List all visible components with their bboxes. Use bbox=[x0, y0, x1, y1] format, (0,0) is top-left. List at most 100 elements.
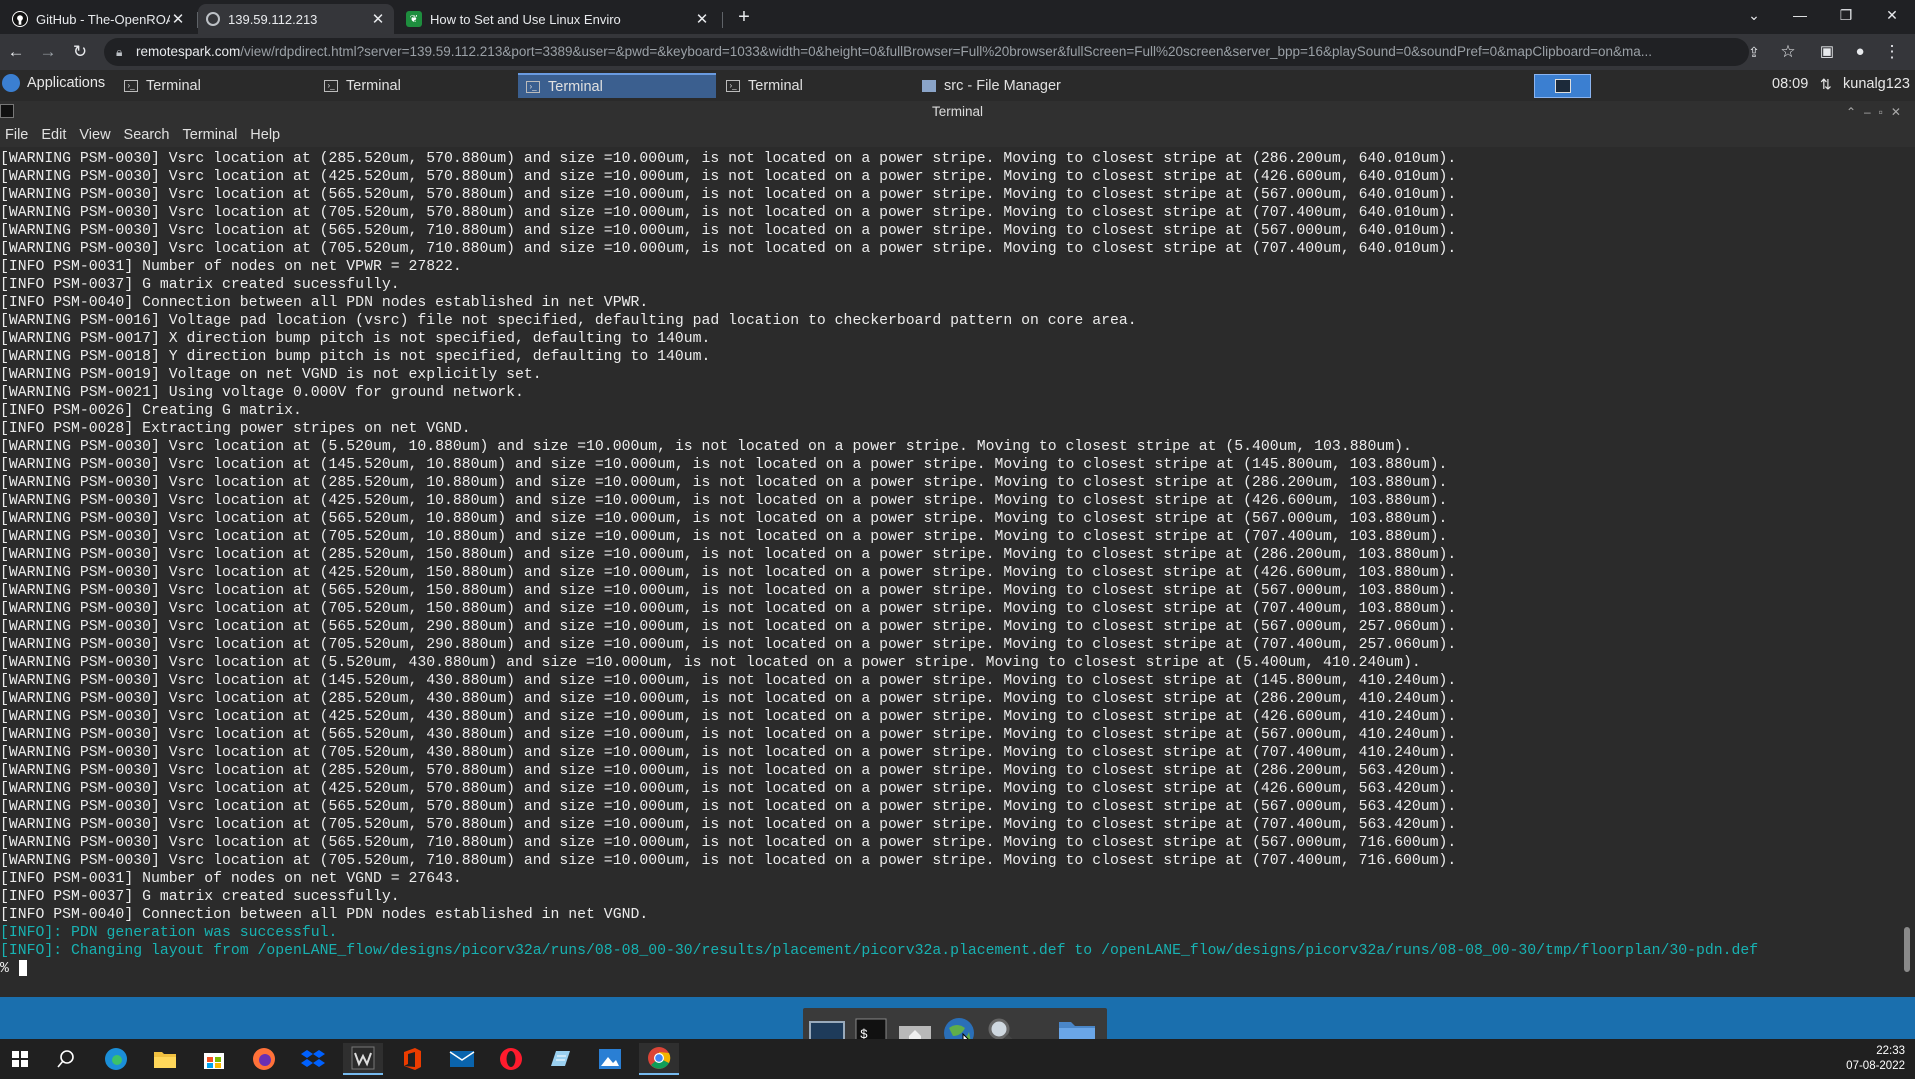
applications-menu[interactable]: Applications bbox=[2, 74, 105, 92]
firefox-icon[interactable] bbox=[244, 1043, 284, 1075]
profile-icon[interactable]: ● bbox=[1848, 40, 1872, 64]
address-bar[interactable]: 🔒︎ remotespark.com/view/rdpdirect.html?se… bbox=[104, 38, 1749, 66]
terminal-line: [WARNING PSM-0030] Vsrc location at (705… bbox=[0, 637, 1457, 653]
panel-clock: 08:09 bbox=[1772, 76, 1809, 92]
browser-tab-bar: GitHub - The-OpenROAD-Project ✕ 139.59.1… bbox=[0, 0, 1915, 34]
window-titlebar[interactable]: Terminal ⌃–▫✕ bbox=[0, 101, 1915, 123]
workspace-switcher[interactable] bbox=[1534, 74, 1591, 98]
terminal-line: [WARNING PSM-0019] Voltage on net VGND i… bbox=[0, 367, 542, 383]
new-tab-button[interactable]: + bbox=[732, 6, 756, 30]
close-tab-icon[interactable]: ✕ bbox=[694, 10, 710, 28]
close-window-button[interactable]: ✕ bbox=[1869, 0, 1915, 30]
menu-terminal[interactable]: Terminal bbox=[178, 127, 246, 143]
terminal-line: [WARNING PSM-0030] Vsrc location at (565… bbox=[0, 223, 1457, 239]
bookmark-star-icon[interactable]: ☆ bbox=[1776, 40, 1800, 64]
network-icon[interactable]: ⇅ bbox=[1820, 76, 1832, 93]
terminal-line: [WARNING PSM-0030] Vsrc location at (285… bbox=[0, 763, 1457, 779]
terminal-line: [INFO PSM-0040] Connection between all P… bbox=[0, 295, 649, 311]
tab-github[interactable]: GitHub - The-OpenROAD-Project ✕ bbox=[4, 4, 194, 34]
terminal-line: [WARNING PSM-0030] Vsrc location at (425… bbox=[0, 565, 1457, 581]
tab-title: 139.59.112.213 bbox=[228, 11, 318, 27]
tab-search-chevron-icon[interactable]: ⌄ bbox=[1731, 0, 1777, 30]
terminal-line: [WARNING PSM-0030] Vsrc location at (705… bbox=[0, 853, 1457, 869]
side-panel-icon[interactable]: ▣ bbox=[1815, 40, 1839, 64]
terminal-info-line: [INFO]: PDN generation was successful. bbox=[0, 925, 338, 941]
applications-label: Applications bbox=[27, 75, 106, 91]
system-tray-clock[interactable]: 22:33 07-08-2022 bbox=[1846, 1044, 1905, 1074]
terminal-line: [WARNING PSM-0030] Vsrc location at (565… bbox=[0, 583, 1457, 599]
close-tab-icon[interactable]: ✕ bbox=[170, 10, 186, 28]
search-icon[interactable] bbox=[46, 1043, 86, 1075]
terminal-line: [INFO PSM-0031] Number of nodes on net V… bbox=[0, 259, 462, 275]
taskbar-item-file-manager[interactable]: src - File Manager bbox=[914, 73, 1114, 98]
tray-time: 22:33 bbox=[1876, 1045, 1905, 1057]
terminal-output[interactable]: [WARNING PSM-0030] Vsrc location at (285… bbox=[0, 147, 1900, 977]
edge-icon[interactable] bbox=[96, 1043, 136, 1075]
terminal-menubar: File Edit View Search Terminal Help bbox=[0, 123, 1915, 147]
store-icon[interactable] bbox=[194, 1043, 234, 1075]
taskbar-item-terminal[interactable]: ›_ Terminal bbox=[316, 73, 511, 98]
taskbar-item-terminal-active[interactable]: ›_ Terminal bbox=[518, 73, 716, 98]
prompt-line[interactable]: % bbox=[0, 960, 1900, 977]
terminal-line: [WARNING PSM-0030] Vsrc location at (425… bbox=[0, 709, 1457, 725]
photos-icon[interactable] bbox=[590, 1043, 630, 1075]
taskbar-item-terminal[interactable]: ›_ Terminal bbox=[718, 73, 913, 98]
terminal-line: [INFO PSM-0037] G matrix created sucessf… bbox=[0, 889, 400, 905]
mail-icon[interactable] bbox=[442, 1043, 482, 1075]
back-icon[interactable]: ← bbox=[4, 40, 28, 64]
notepad-icon[interactable] bbox=[540, 1043, 580, 1075]
menu-edit[interactable]: Edit bbox=[36, 127, 74, 143]
tab-linux-env-guide[interactable]: ❦ How to Set and Use Linux Enviro ✕ bbox=[398, 4, 718, 34]
terminal-line: [WARNING PSM-0030] Vsrc location at (705… bbox=[0, 745, 1457, 761]
tab-title: GitHub - The-OpenROAD-Project bbox=[36, 11, 170, 27]
taskbar-item-terminal[interactable]: ›_ Terminal bbox=[116, 73, 306, 98]
menu-file[interactable]: File bbox=[0, 127, 36, 143]
file-explorer-icon[interactable] bbox=[145, 1043, 185, 1075]
menu-view[interactable]: View bbox=[74, 127, 118, 143]
share-icon[interactable]: ⇪ bbox=[1742, 40, 1766, 64]
restore-button[interactable]: ❐ bbox=[1823, 0, 1869, 30]
dropbox-icon[interactable] bbox=[293, 1043, 333, 1075]
chrome-icon[interactable] bbox=[639, 1043, 679, 1075]
scrollbar-thumb[interactable] bbox=[1904, 927, 1910, 972]
github-icon bbox=[12, 11, 28, 27]
app-w-icon[interactable] bbox=[343, 1043, 383, 1075]
terminal-line: [INFO PSM-0026] Creating G matrix. bbox=[0, 403, 302, 419]
terminal-line: [WARNING PSM-0030] Vsrc location at (285… bbox=[0, 691, 1457, 707]
minimize-button[interactable]: — bbox=[1777, 0, 1823, 30]
terminal-line: [WARNING PSM-0030] Vsrc location at (565… bbox=[0, 187, 1457, 203]
window-title: Terminal bbox=[931, 104, 983, 119]
text-cursor bbox=[18, 960, 27, 977]
terminal-line: [WARNING PSM-0030] Vsrc location at (705… bbox=[0, 205, 1457, 221]
terminal-icon: ›_ bbox=[324, 79, 338, 92]
windows-taskbar: 22:33 07-08-2022 bbox=[0, 1039, 1915, 1079]
forward-icon[interactable]: → bbox=[36, 40, 60, 64]
terminal-line: [WARNING PSM-0030] Vsrc location at (5.5… bbox=[0, 439, 1412, 455]
terminal-scrollbar[interactable] bbox=[1900, 147, 1915, 977]
tab-title: How to Set and Use Linux Enviro bbox=[430, 11, 621, 27]
opera-icon[interactable] bbox=[491, 1043, 531, 1075]
folder-icon bbox=[922, 79, 936, 92]
chrome-menu-icon[interactable]: ⋮ bbox=[1880, 40, 1904, 64]
menu-help[interactable]: Help bbox=[245, 127, 288, 143]
globe-icon bbox=[206, 12, 220, 26]
terminal-line: [INFO PSM-0040] Connection between all P… bbox=[0, 907, 649, 923]
window-controls[interactable]: ⌃–▫✕ bbox=[1846, 101, 1909, 123]
terminal-icon: ›_ bbox=[124, 79, 138, 92]
terminal-line: [WARNING PSM-0017] X direction bump pitc… bbox=[0, 331, 711, 347]
windows-start-icon[interactable] bbox=[0, 1043, 40, 1075]
close-tab-icon[interactable]: ✕ bbox=[370, 10, 386, 28]
terminal-line: [WARNING PSM-0030] Vsrc location at (425… bbox=[0, 169, 1457, 185]
menu-search[interactable]: Search bbox=[119, 127, 178, 143]
tab-remote-server[interactable]: 139.59.112.213 ✕ bbox=[198, 4, 394, 34]
office-icon[interactable] bbox=[392, 1043, 432, 1075]
terminal-line: [INFO PSM-0028] Extracting power stripes… bbox=[0, 421, 471, 437]
terminal-line: [WARNING PSM-0030] Vsrc location at (705… bbox=[0, 817, 1457, 833]
browser-toolbar: ← → ↻ 🔒︎ remotespark.com/view/rdpdirect.h… bbox=[0, 34, 1915, 70]
terminal-line: [WARNING PSM-0030] Vsrc location at (565… bbox=[0, 835, 1457, 851]
reload-icon[interactable]: ↻ bbox=[68, 40, 92, 64]
terminal-line: [WARNING PSM-0030] Vsrc location at (705… bbox=[0, 601, 1457, 617]
prompt-symbol: % bbox=[0, 961, 9, 977]
panel-username[interactable]: kunalg123 bbox=[1843, 76, 1910, 92]
xfce-logo-icon bbox=[2, 74, 20, 92]
